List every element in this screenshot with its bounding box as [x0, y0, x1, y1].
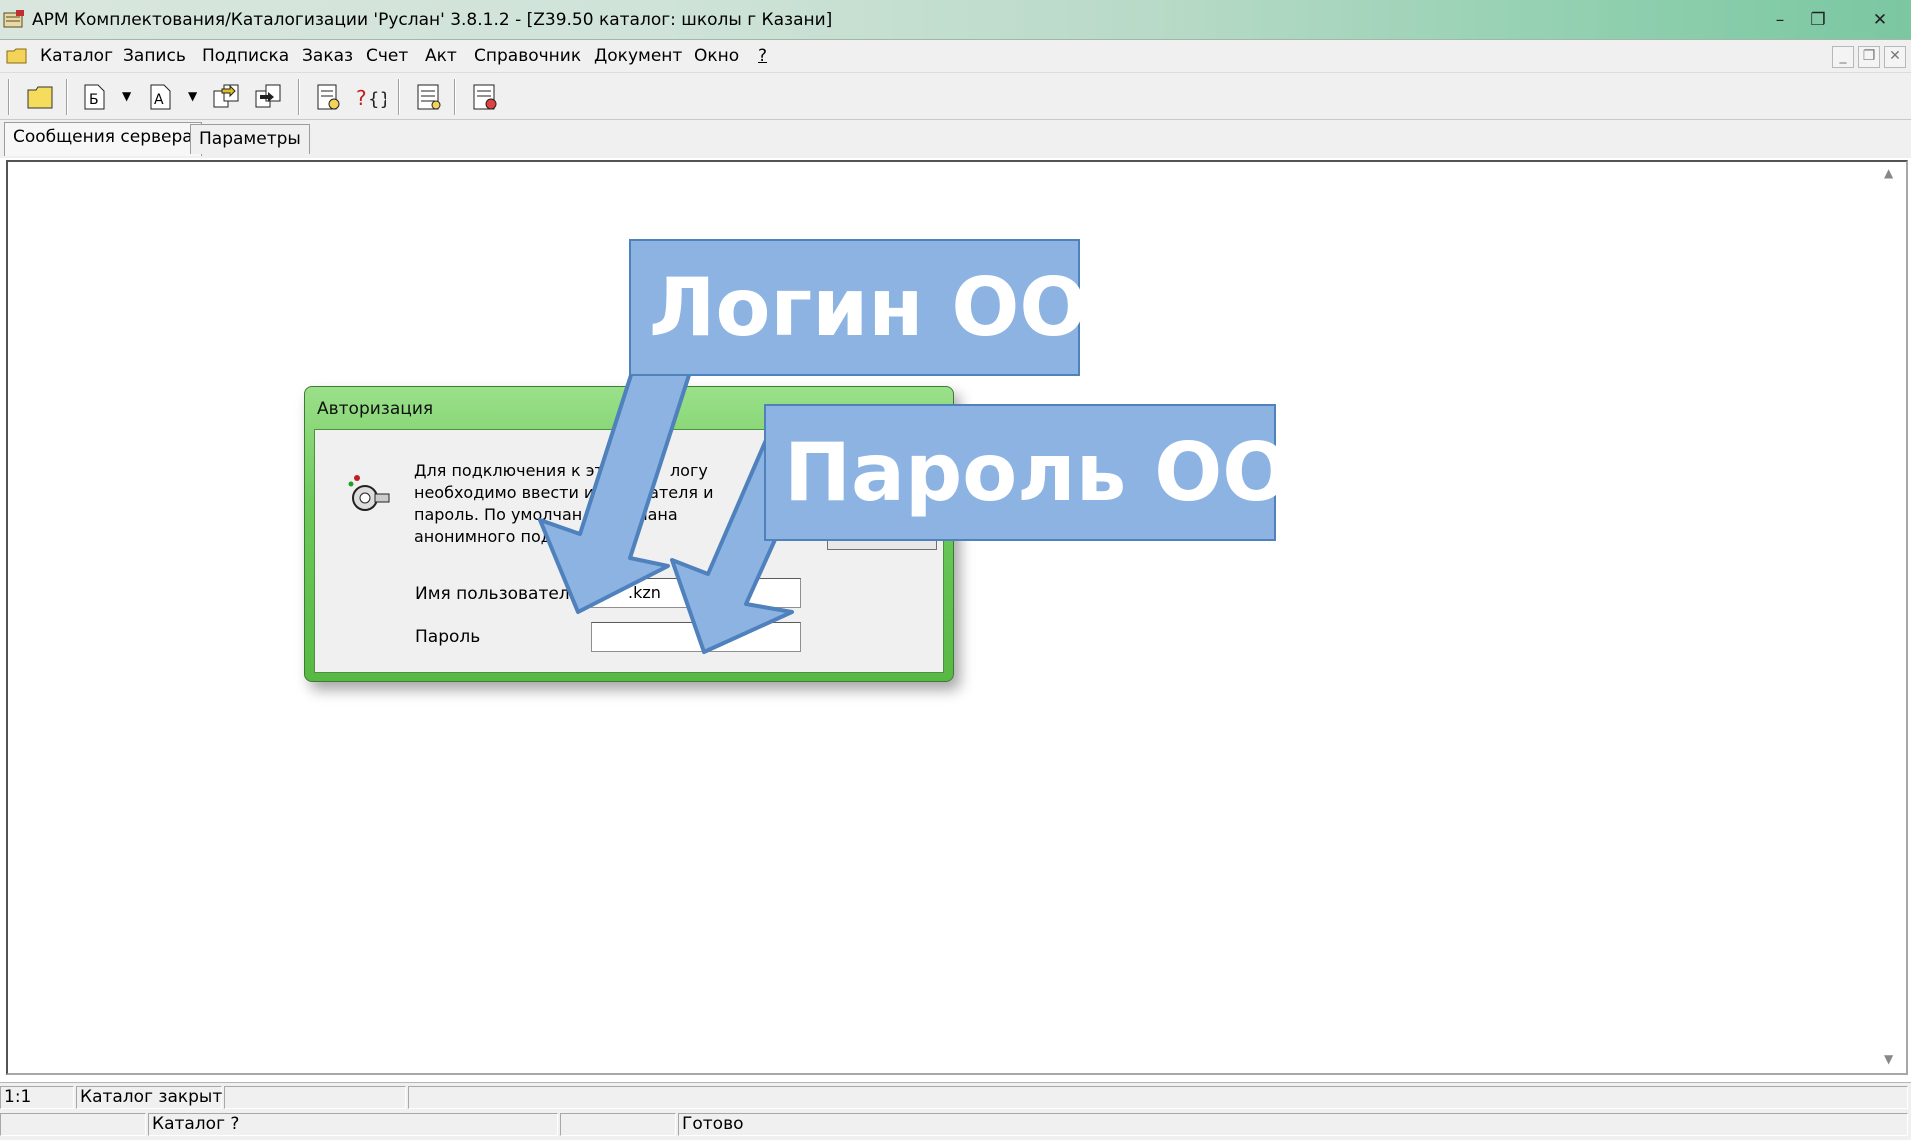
toolbar-separator — [398, 79, 400, 115]
svg-text:A: A — [154, 92, 164, 108]
menu-bar: Каталог Запись Подписка Заказ Счет Акт С… — [0, 40, 1911, 72]
message-line: сделана — [607, 505, 678, 524]
password-callout: Пароль ОО — [764, 404, 1290, 541]
document-folder-icon[interactable] — [6, 47, 28, 65]
restore-icon: ❐ — [1810, 10, 1826, 30]
record-b-icon[interactable]: Б — [78, 81, 110, 113]
status-position: 1:1 — [0, 1086, 74, 1109]
menu-record[interactable]: Запись — [123, 46, 186, 66]
menu-help[interactable]: ? — [758, 46, 767, 66]
query-icon[interactable] — [312, 81, 344, 113]
menu-document[interactable]: Документ — [594, 46, 682, 66]
message-line: ователя и — [629, 483, 714, 502]
toolbar-separator — [298, 79, 300, 115]
message-line: пароль. По умолчан — [414, 505, 583, 524]
window-title: АРМ Комплектования/Каталогизации 'Руслан… — [32, 10, 833, 30]
menu-invoice[interactable]: Счет — [366, 46, 408, 66]
close-icon: ✕ — [1872, 10, 1888, 30]
toolbar-separator — [8, 79, 10, 115]
status-empty — [408, 1086, 1908, 1109]
status-empty — [0, 1113, 146, 1136]
menu-catalog[interactable]: Каталог — [40, 46, 113, 66]
window-title-bar: АРМ Комплектования/Каталогизации 'Руслан… — [0, 0, 1911, 40]
scroll-up-icon[interactable]: ▲ — [1884, 166, 1893, 180]
record-a-icon[interactable]: A — [144, 81, 176, 113]
scroll-down-icon[interactable]: ▼ — [1884, 1052, 1893, 1066]
password-label: Пароль — [415, 627, 481, 647]
list-icon[interactable] — [412, 81, 444, 113]
mdi-restore-button[interactable]: ❐ — [1858, 46, 1880, 68]
key-icon — [348, 475, 390, 511]
transfer-records-icon[interactable] — [252, 81, 284, 113]
svg-text:Б: Б — [89, 92, 99, 108]
menu-subscription[interactable]: Подписка — [202, 46, 289, 66]
chevron-down-icon[interactable]: ▼ — [188, 89, 197, 103]
restore-button[interactable]: ❐ — [1800, 9, 1836, 33]
search-help-icon[interactable]: ? {} — [354, 81, 386, 113]
menu-reference[interactable]: Справочник — [474, 46, 581, 66]
close-icon: ✕ — [1889, 48, 1901, 64]
message-line: логу — [669, 461, 708, 480]
password-field[interactable] — [591, 622, 801, 652]
close-button[interactable]: ✕ — [1858, 9, 1902, 33]
tab-server-messages[interactable]: Сообщения сервера — [4, 122, 202, 156]
status-ready: Готово — [678, 1113, 1908, 1136]
minimize-button[interactable]: – — [1762, 9, 1798, 33]
mdi-close-button[interactable]: ✕ — [1884, 46, 1906, 68]
tab-bar: Сообщения сервера Параметры — [0, 120, 1911, 158]
status-bar-top: 1:1 Каталог закрыт — [0, 1082, 1911, 1110]
dialog-message: Для подключения к эт логу необходимо вве… — [414, 460, 744, 548]
menu-act[interactable]: Акт — [425, 46, 457, 66]
status-bar-bottom: Каталог ? Готово — [0, 1110, 1911, 1140]
status-catalog: Каталог ? — [148, 1113, 558, 1136]
toolbar-separator — [454, 79, 456, 115]
copy-records-icon[interactable] — [210, 81, 242, 113]
open-folder-icon[interactable] — [24, 81, 56, 113]
chevron-down-icon[interactable]: ▼ — [122, 89, 131, 103]
toolbar: Б ▼ A ▼ ? {} — [0, 72, 1911, 120]
mdi-minimize-button[interactable]: _ — [1832, 46, 1854, 68]
svg-text:{}: {} — [368, 89, 386, 110]
status-empty — [560, 1113, 676, 1136]
login-callout: Логин ОО — [629, 239, 1087, 376]
minimize-icon: – — [1775, 10, 1785, 30]
username-field[interactable]: .kzn — [591, 578, 801, 608]
tab-parameters[interactable]: Параметры — [190, 124, 310, 154]
message-line: анонимного под — [414, 527, 552, 546]
dialog-title: Авторизация — [317, 399, 434, 419]
message-line: Для подключения к эт — [414, 461, 604, 480]
status-catalog-state: Каталог закрыт — [76, 1086, 222, 1109]
minimize-icon: _ — [1839, 48, 1847, 64]
restore-icon: ❐ — [1862, 48, 1876, 64]
menu-order[interactable]: Заказ — [302, 46, 353, 66]
menu-window[interactable]: Окно — [694, 46, 739, 66]
toolbar-separator — [66, 79, 68, 115]
app-icon — [3, 10, 24, 28]
message-line: необходимо ввести и — [414, 483, 595, 502]
status-empty — [224, 1086, 406, 1109]
username-label: Имя пользователя — [415, 584, 580, 604]
delete-list-icon[interactable] — [468, 81, 500, 113]
svg-text:?: ? — [356, 86, 367, 110]
